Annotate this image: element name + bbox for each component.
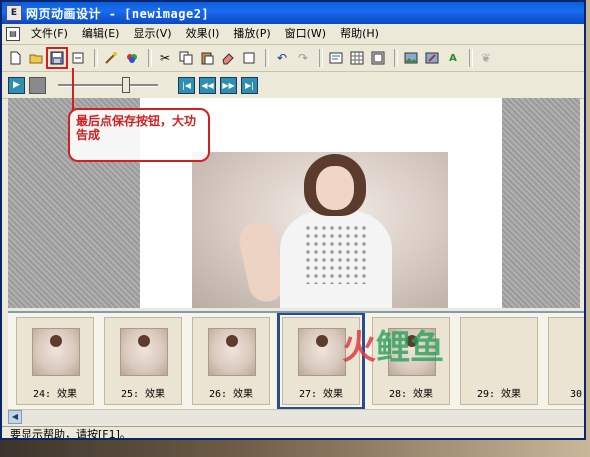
save-icon[interactable] — [46, 47, 68, 69]
frame-thumbnail[interactable]: 26: 效果 — [192, 317, 270, 405]
toolbar-separator — [94, 49, 98, 67]
window-title: 网页动画设计 - [newimage2] — [26, 6, 210, 21]
toolbar-separator — [265, 49, 269, 67]
toolbar-separator — [319, 49, 323, 67]
frame-thumbnail[interactable]: 24: 效果 — [16, 317, 94, 405]
magic-wand-icon[interactable] — [102, 49, 120, 67]
eraser-icon[interactable] — [219, 49, 237, 67]
menu-window[interactable]: 窗口(W) — [278, 25, 333, 43]
export-icon[interactable] — [69, 49, 87, 67]
frame-thumbnail[interactable]: 30: 效 — [548, 317, 584, 405]
duplicate-icon[interactable] — [240, 49, 258, 67]
app-icon: E — [6, 5, 22, 21]
menu-view[interactable]: 显示(V) — [126, 25, 178, 43]
main-toolbar: ✂ ↶ ↷ A ❦ — [2, 45, 584, 72]
toolbar-separator — [148, 49, 152, 67]
undo-icon[interactable]: ↶ — [273, 49, 291, 67]
watermark-logo: 火鲤鱼 — [342, 328, 444, 368]
playback-bar: ▶ |◀ ◀◀ ▶▶ ▶| — [2, 72, 584, 99]
color-icon[interactable] — [123, 49, 141, 67]
toolbar-separator — [469, 49, 473, 67]
document-icon[interactable]: ▤ — [6, 27, 20, 41]
stage-photo — [192, 152, 448, 308]
callout-pointer — [72, 68, 74, 110]
title-bar[interactable]: E 网页动画设计 - [newimage2] — [2, 2, 584, 24]
last-frame-button[interactable]: ▶| — [241, 76, 258, 94]
redo-icon[interactable]: ↷ — [294, 49, 312, 67]
open-folder-icon[interactable] — [27, 49, 45, 67]
prev-frame-button[interactable]: ◀◀ — [199, 76, 216, 94]
copy-icon[interactable] — [177, 49, 195, 67]
properties-icon[interactable] — [327, 49, 345, 67]
menu-effects[interactable]: 效果(I) — [179, 25, 227, 43]
menu-play[interactable]: 播放(P) — [226, 25, 277, 43]
frame-filmstrip: 24: 效果 25: 效果 26: 效果 27: 效果 28: 效果 29: 效… — [8, 311, 584, 409]
scroll-left-icon[interactable]: ◀ — [8, 410, 22, 424]
slider-thumb[interactable] — [122, 77, 130, 93]
new-file-icon[interactable] — [6, 49, 24, 67]
play-button[interactable]: ▶ — [8, 76, 25, 94]
paste-icon[interactable] — [198, 49, 216, 67]
leaf-icon[interactable]: ❦ — [477, 49, 495, 67]
menu-edit[interactable]: 编辑(E) — [75, 25, 127, 43]
horizontal-scrollbar[interactable]: ◀ — [8, 409, 584, 424]
next-frame-button[interactable]: ▶▶ — [220, 76, 237, 94]
grid-icon[interactable] — [348, 49, 366, 67]
text-effect-icon[interactable]: A — [444, 49, 462, 67]
menu-help[interactable]: 帮助(H) — [333, 25, 386, 43]
cut-icon[interactable]: ✂ — [156, 49, 174, 67]
frame-thumbnail[interactable]: 25: 效果 — [104, 317, 182, 405]
frame-icon[interactable] — [369, 49, 387, 67]
edit-image-icon[interactable] — [423, 49, 441, 67]
stop-button[interactable] — [29, 76, 46, 94]
menu-bar: ▤ 文件(F) 编辑(E) 显示(V) 效果(I) 播放(P) 窗口(W) 帮助… — [2, 24, 584, 45]
annotation-callout: 最后点保存按钮，大功告成 — [68, 108, 210, 162]
frame-thumbnail[interactable]: 29: 效果 — [460, 317, 538, 405]
toolbar-separator — [394, 49, 398, 67]
app-window: E 网页动画设计 - [newimage2] ▤ 文件(F) 编辑(E) 显示(… — [0, 0, 586, 440]
first-frame-button[interactable]: |◀ — [178, 76, 195, 94]
menu-file[interactable]: 文件(F) — [24, 25, 75, 43]
status-bar: 要显示帮助，请按[F1]。 — [2, 426, 584, 438]
image-icon[interactable] — [402, 49, 420, 67]
